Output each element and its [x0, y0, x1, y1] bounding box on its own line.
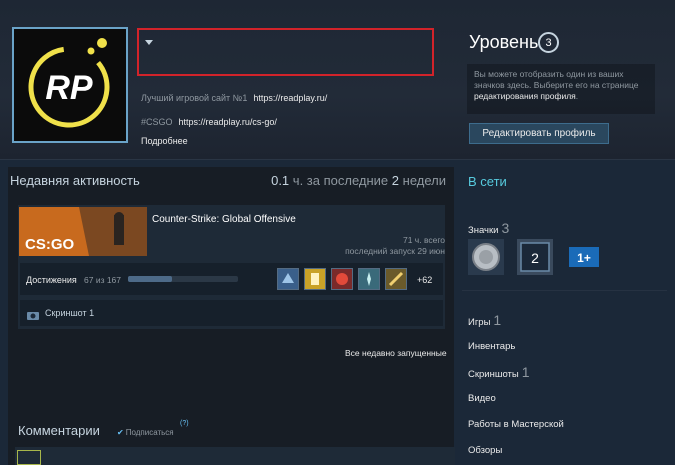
achievements-more[interactable]: +62 [417, 275, 432, 285]
info-label-1: Лучший игровой сайт №1 [141, 93, 248, 103]
videos-link[interactable]: Видео [468, 393, 496, 404]
edit-profile-link[interactable]: редактирования профиля [474, 91, 576, 101]
sidebar-divider [462, 290, 667, 291]
rp-logo-icon: RP [28, 38, 110, 128]
persona-name-highlight [137, 28, 434, 76]
name-dropdown-icon[interactable] [145, 40, 153, 45]
comment-input-row [15, 447, 455, 465]
badge-years-text: 2 [531, 250, 539, 266]
avatar-text: RP [45, 69, 93, 107]
achievements-label[interactable]: Достижения [26, 275, 77, 285]
achievements-progress [128, 276, 238, 282]
badge-coin-icon[interactable] [468, 239, 504, 275]
game-hours: 71 ч. всего последний запуск 29 июн [345, 235, 445, 257]
hours-unit: ч. за последние [292, 173, 389, 188]
game-last-launch: последний запуск 29 июн [345, 246, 445, 256]
badge-plus-icon[interactable]: 1+ [566, 239, 602, 275]
subscribe-label: Подписаться [125, 428, 174, 437]
weeks-unit: недели [402, 173, 446, 188]
screenshots-sidebar-link[interactable]: Скриншоты 1 [468, 364, 530, 380]
achievement-icon-2[interactable] [304, 268, 326, 290]
achievements-progress-fill [128, 276, 172, 282]
recent-activity-header: Недавняя активность 0.1 ч. за последние … [10, 173, 454, 195]
info-line-1: Лучший игровой сайт №1 https://readplay.r… [141, 93, 327, 103]
info-label-2: #CSGO [141, 117, 173, 127]
avatar-image: RP [14, 29, 126, 141]
comments-title: Комментарии [18, 423, 100, 438]
screenshots-sidebar-count: 1 [521, 364, 530, 380]
badges-count: 3 [501, 220, 510, 236]
camera-icon [27, 307, 39, 320]
screenshots-link[interactable]: Скриншот 1 [45, 308, 94, 318]
game-total-hours: 71 ч. всего [402, 235, 445, 245]
game-capsule-text: CS:GO [25, 236, 75, 253]
recent-activity-title: Недавняя активность [10, 173, 140, 188]
online-status: В сети [468, 174, 507, 189]
screenshots-sidebar-label: Скриншоты [468, 369, 519, 380]
subscribe-toggle[interactable]: ✔ Подписаться [117, 428, 174, 437]
all-recent-link[interactable]: Все недавно запущенные [345, 348, 447, 358]
inventory-link[interactable]: Инвентарь [468, 341, 515, 352]
workshop-link[interactable]: Работы в Мастерской [468, 419, 564, 430]
games-link[interactable]: Игры 1 [468, 312, 501, 328]
level-badge: 3 [538, 32, 559, 53]
showcase-note-end: . [575, 91, 579, 101]
games-label: Игры [468, 317, 491, 328]
achievement-icon-5[interactable] [385, 268, 407, 290]
badges-label: Значки [468, 225, 499, 236]
weeks-value: 2 [391, 173, 400, 188]
check-icon: ✔ [117, 428, 124, 437]
recent-activity-summary: 0.1 ч. за последние 2 недели [271, 173, 446, 188]
info-link-2[interactable]: https://readplay.ru/cs-go/ [179, 117, 277, 127]
avatar[interactable]: RP [12, 27, 128, 143]
games-count: 1 [493, 312, 502, 328]
game-title[interactable]: Counter-Strike: Global Offensive [152, 214, 296, 225]
info-line-2: #CSGO https://readplay.ru/cs-go/ [141, 117, 277, 127]
help-icon[interactable]: (?) [180, 420, 189, 427]
showcase-note-text: Вы можете отобразить один из ваших значк… [474, 69, 639, 90]
comment-avatar [17, 450, 41, 465]
more-link[interactable]: Подробнее [141, 136, 188, 146]
badge-plus-text: 1+ [577, 251, 591, 265]
edit-profile-button[interactable]: Редактировать профиль [469, 123, 609, 144]
info-link-1[interactable]: https://readplay.ru/ [253, 93, 327, 103]
badge-years-icon[interactable]: 2 [517, 239, 553, 275]
game-capsule-image: CS:GO [19, 207, 147, 256]
hours-value: 0.1 [271, 173, 290, 188]
achievement-icon-3[interactable] [331, 268, 353, 290]
game-capsule[interactable]: CS:GO [19, 207, 147, 256]
reviews-link[interactable]: Обзоры [468, 445, 502, 456]
level-title: Уровень [469, 32, 539, 52]
badges-link[interactable]: Значки 3 [468, 220, 509, 236]
achievement-icon-4[interactable] [358, 268, 380, 290]
achievements-count: 67 из 167 [84, 275, 122, 285]
showcase-note: Вы можете отобразить один из ваших значк… [467, 64, 655, 114]
achievement-icon-1[interactable] [277, 268, 299, 290]
